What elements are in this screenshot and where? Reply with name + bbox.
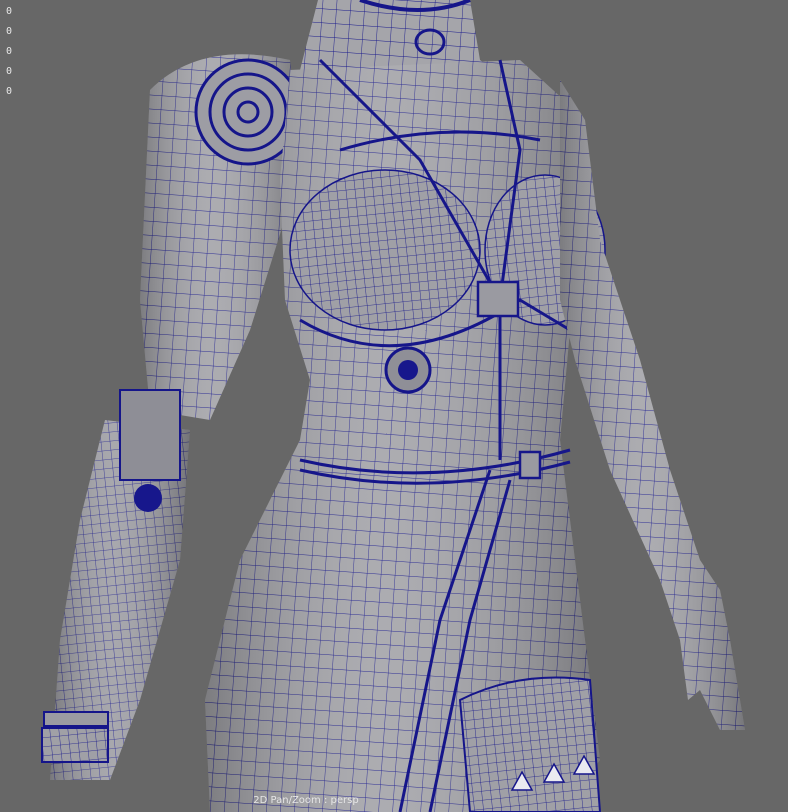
wireframe-character-model[interactable] <box>0 0 788 812</box>
harness-center-plate <box>476 280 520 318</box>
viewport-hud: 0 0 0 0 0 <box>6 2 12 102</box>
perspective-viewport[interactable]: 0 0 0 0 0 2D Pan/Zoom : persp <box>0 0 788 812</box>
chest-left <box>289 169 481 331</box>
hud-value: 0 <box>6 86 13 97</box>
belt-buckle <box>518 450 542 480</box>
hip-pouch <box>458 676 602 812</box>
hud-value: 0 <box>6 46 13 57</box>
harness-chest-disk <box>384 346 432 394</box>
hud-value: 0 <box>6 26 13 37</box>
hud-value: 0 <box>6 66 13 77</box>
wrist-bracelet <box>41 711 109 763</box>
hud-value: 0 <box>6 6 13 17</box>
camera-label: 2D Pan/Zoom : persp <box>253 795 359 806</box>
